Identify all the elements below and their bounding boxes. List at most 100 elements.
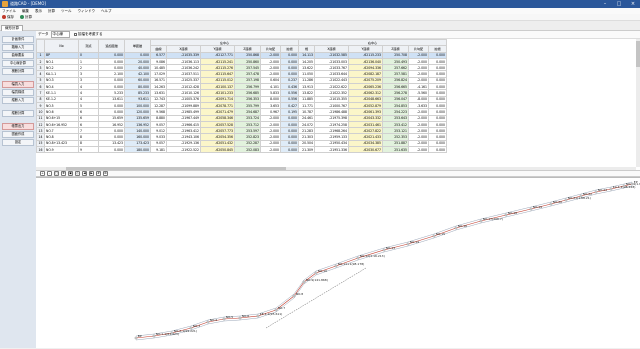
station-marker[interactable] bbox=[206, 320, 210, 324]
sidebar-item-profile-calc[interactable]: 縦断計算 bbox=[2, 110, 34, 117]
widen-checkbox[interactable] bbox=[74, 33, 77, 36]
plan-view-canvas[interactable]: BP NO.1-1(81.423) NO.2-1(99.221) NO.3 NO.4 NO… bbox=[36, 177, 640, 348]
table-cell[interactable]: -62030.677 bbox=[348, 146, 383, 154]
station-marker[interactable] bbox=[579, 194, 583, 198]
station-marker[interactable] bbox=[170, 331, 174, 335]
zoom-out-icon[interactable]: - bbox=[47, 171, 52, 176]
station-marker[interactable] bbox=[302, 280, 306, 284]
next-icon[interactable]: ▶ bbox=[89, 171, 94, 176]
table-cell[interactable]: 180.000 bbox=[124, 146, 151, 154]
table-cell[interactable]: 0.000 bbox=[428, 146, 447, 154]
sidebar-item-centerline-calc[interactable]: 中心線計算 bbox=[2, 60, 34, 67]
save-image-icon[interactable]: ▣ bbox=[68, 171, 73, 176]
sidebar-item-width-config[interactable]: 幅員構成 bbox=[2, 89, 34, 96]
grid-vertical-scrollbar[interactable] bbox=[636, 39, 640, 167]
data-grid[interactable]: No 測点 追加距離 単距離 左中心 右中心 曲線 X座標 Y座標 Z座標 片勾… bbox=[36, 39, 636, 167]
minimize-icon[interactable]: – bbox=[598, 0, 612, 8]
station-marker[interactable] bbox=[622, 184, 626, 188]
col-single-dist[interactable]: 単距離 bbox=[124, 39, 151, 53]
station-marker[interactable] bbox=[256, 314, 260, 318]
station-marker[interactable] bbox=[314, 271, 318, 275]
table-cell[interactable]: 0.000 bbox=[98, 146, 125, 154]
station-marker[interactable] bbox=[238, 316, 242, 320]
station-marker[interactable] bbox=[356, 256, 360, 260]
station-label: BP bbox=[138, 334, 142, 338]
data-select[interactable]: 中心線 bbox=[50, 31, 70, 38]
sidebar-item-profile-input[interactable]: 縦断入力 bbox=[2, 97, 34, 104]
menu-edit[interactable]: 編集 bbox=[22, 9, 29, 14]
title-bar: 道路CAD - [DEMO] – □ × bbox=[0, 0, 640, 8]
station-marker[interactable] bbox=[382, 248, 386, 252]
table-row[interactable]: 16 NO.9 9 0.000 180.000 9.181 -21922.522 -62050… bbox=[36, 146, 447, 154]
station-marker[interactable] bbox=[189, 326, 193, 330]
station-marker[interactable] bbox=[222, 317, 226, 321]
pan-icon[interactable]: ✥ bbox=[61, 171, 66, 176]
station-marker[interactable] bbox=[292, 294, 296, 298]
maximize-icon[interactable]: □ bbox=[612, 0, 626, 8]
sidebar-item-report[interactable]: 帳票出力 bbox=[2, 123, 34, 130]
sidebar-item-curve-elements[interactable]: 曲線要素 bbox=[2, 52, 34, 59]
vscroll-thumb[interactable] bbox=[636, 41, 640, 67]
save-button[interactable]: 保存 bbox=[2, 15, 14, 20]
table-cell[interactable]: 252.083 bbox=[234, 146, 261, 154]
main-panel: データ 中心線 拡幅を考慮する No 測点 追加距離 単距離 左中心 右中心 曲… bbox=[36, 31, 640, 348]
station-marker[interactable] bbox=[479, 219, 483, 223]
app-icon bbox=[2, 1, 8, 7]
table-cell[interactable]: -21922.522 bbox=[166, 146, 201, 154]
settings-icon[interactable]: ⚙ bbox=[103, 171, 108, 176]
grid-table: No 測点 追加距離 単距離 左中心 右中心 曲線 X座標 Y座標 Z座標 片勾… bbox=[36, 39, 447, 154]
menu-help[interactable]: ヘルプ bbox=[101, 9, 112, 14]
menu-view[interactable]: 表示 bbox=[35, 9, 42, 14]
sidebar-item-settings[interactable]: 設定 bbox=[2, 139, 34, 146]
station-marker[interactable] bbox=[504, 213, 508, 217]
station-marker[interactable] bbox=[529, 207, 533, 211]
grid-icon[interactable]: # bbox=[96, 171, 101, 176]
table-cell[interactable]: 251.635 bbox=[382, 146, 409, 154]
col-no[interactable]: No bbox=[44, 39, 79, 53]
station-marker[interactable] bbox=[334, 264, 338, 268]
calc-button[interactable]: 計算 bbox=[20, 15, 32, 20]
menu-calc[interactable]: 計算 bbox=[48, 9, 55, 14]
col-add-dist[interactable]: 追加距離 bbox=[98, 39, 125, 53]
station-marker[interactable] bbox=[134, 336, 138, 340]
menu-tools[interactable]: ツール bbox=[61, 9, 72, 14]
station-marker[interactable] bbox=[274, 308, 278, 312]
window-title: 道路CAD - [DEMO] bbox=[10, 1, 46, 6]
station-label: NO.10 bbox=[318, 269, 327, 273]
station-marker[interactable] bbox=[432, 234, 436, 238]
table-cell[interactable]: -21951.336 bbox=[314, 146, 349, 154]
station-label: NO.18 bbox=[508, 211, 517, 215]
menu-file[interactable]: ファイル bbox=[2, 9, 16, 14]
table-cell[interactable]: NO.9 bbox=[44, 146, 79, 154]
sidebar-item-width-input[interactable]: 幅員入力 bbox=[2, 81, 34, 88]
table-cell[interactable]: 9 bbox=[78, 146, 99, 154]
close-icon[interactable]: × bbox=[626, 0, 640, 8]
station-marker[interactable] bbox=[594, 190, 598, 194]
col-station[interactable]: 測点 bbox=[78, 39, 99, 53]
sidebar-item-route-input[interactable]: 路線入力 bbox=[2, 44, 34, 51]
widen-checkbox-label: 拡幅を考慮する bbox=[78, 32, 103, 36]
table-cell[interactable]: -2.000 bbox=[260, 146, 281, 154]
sidebar-item-cross-calc[interactable]: 横断計算 bbox=[2, 68, 34, 75]
station-marker[interactable] bbox=[454, 226, 458, 230]
sidebar-item-drawing[interactable]: 図面作成 bbox=[2, 131, 34, 138]
table-cell[interactable]: -62050.845 bbox=[200, 146, 235, 154]
sidebar-item-plan-conditions[interactable]: 計画条件 bbox=[2, 36, 34, 43]
table-cell[interactable]: 9.181 bbox=[150, 146, 167, 154]
station-marker[interactable] bbox=[549, 202, 553, 206]
table-cell[interactable]: 0.000 bbox=[280, 146, 299, 154]
prev-icon[interactable]: ◀ bbox=[82, 171, 87, 176]
station-marker[interactable] bbox=[406, 242, 410, 246]
station-marker[interactable] bbox=[564, 198, 568, 202]
calc-icon bbox=[20, 15, 24, 19]
station-marker[interactable] bbox=[152, 334, 156, 338]
zoom-fit-icon[interactable]: □ bbox=[54, 171, 59, 176]
table-cell[interactable]: -2.000 bbox=[408, 146, 429, 154]
station-marker[interactable] bbox=[609, 187, 613, 191]
station-label: NO.21(1.68.21) bbox=[568, 196, 591, 200]
zoom-in-icon[interactable]: + bbox=[40, 171, 45, 176]
table-cell[interactable]: 21.309 bbox=[298, 146, 315, 154]
print-icon[interactable]: ⎙ bbox=[75, 171, 80, 176]
station-marker[interactable] bbox=[630, 182, 634, 186]
menu-window[interactable]: ウィンドウ bbox=[78, 9, 96, 14]
